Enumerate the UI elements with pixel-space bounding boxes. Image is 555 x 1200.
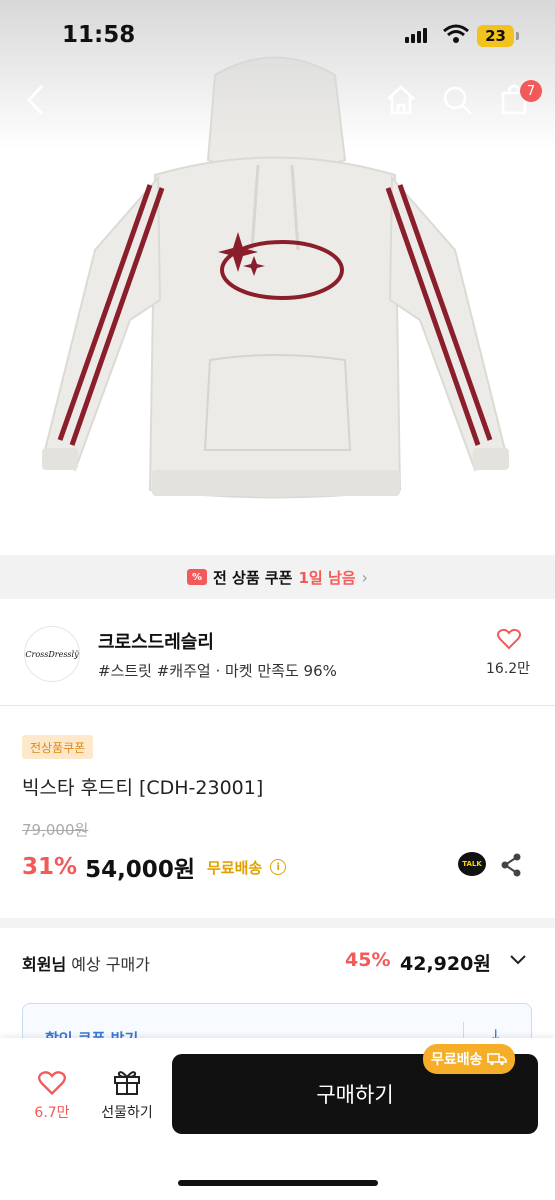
member-price-label: 회원님 예상 구매가 bbox=[22, 951, 150, 975]
member-label-rest: 예상 구매가 bbox=[66, 955, 150, 974]
battery-cap bbox=[516, 32, 519, 40]
price-row: 31% 54,000원 무료배송 i bbox=[22, 850, 287, 884]
seller-row[interactable]: CrossDresslÿ 크로스드레슬리 #스트릿 #캐주얼 · 마켓 만족도 … bbox=[0, 620, 555, 700]
like-button[interactable]: 6.7만 bbox=[24, 1070, 80, 1122]
product-title: 빅스타 후드티 [CDH-23001] bbox=[22, 777, 264, 799]
seller-heart-icon[interactable] bbox=[497, 628, 521, 654]
member-discount: 45% bbox=[345, 949, 391, 971]
coupon-remaining: 1일 남음 bbox=[298, 568, 356, 587]
seller-likes: 16.2만 bbox=[486, 661, 531, 677]
search-icon[interactable] bbox=[440, 83, 474, 121]
like-count: 6.7만 bbox=[34, 1105, 70, 1121]
section-gap bbox=[0, 918, 555, 928]
original-price: 79,000원 bbox=[22, 821, 89, 839]
truck-icon bbox=[486, 1053, 507, 1066]
chevron-down-icon[interactable] bbox=[508, 949, 528, 973]
kakao-talk-icon[interactable]: TALK bbox=[458, 852, 486, 876]
seller-name[interactable]: 크로스드레슬리 bbox=[98, 628, 214, 654]
coupon-chip: 전상품쿠폰 bbox=[22, 735, 94, 759]
top-nav: 7 bbox=[0, 75, 555, 130]
gift-button[interactable]: 선물하기 bbox=[92, 1068, 162, 1122]
cart-count-badge: 7 bbox=[520, 80, 542, 102]
member-label-bold: 회원님 bbox=[22, 955, 67, 974]
member-price-row[interactable]: 회원님 예상 구매가 45% 42,920원 bbox=[22, 945, 532, 979]
seller-tags: #스트릿 #캐주얼 · 마켓 만족도 96% bbox=[98, 662, 337, 680]
free-shipping-badge: 무료배송 bbox=[423, 1044, 515, 1074]
home-icon[interactable] bbox=[384, 83, 418, 121]
bottom-purchase-bar: 6.7만 선물하기 무료배송 구매하기 bbox=[0, 1038, 555, 1200]
share-icon[interactable] bbox=[500, 853, 522, 881]
coupon-ticket-icon: % bbox=[187, 569, 208, 585]
discount-rate: 31% bbox=[22, 854, 78, 880]
status-bar: 11:58 23 bbox=[0, 0, 555, 70]
chevron-right-icon: › bbox=[361, 567, 368, 587]
divider bbox=[0, 705, 555, 706]
gift-icon bbox=[114, 1071, 140, 1095]
coupon-banner-label: 전 상품 쿠폰 bbox=[213, 568, 293, 587]
coupon-banner[interactable]: % 전 상품 쿠폰 1일 남음 › bbox=[0, 555, 555, 599]
heart-icon bbox=[38, 1071, 66, 1096]
signal-icon bbox=[405, 28, 427, 43]
info-icon[interactable]: i bbox=[270, 859, 287, 875]
back-arrow-icon[interactable] bbox=[24, 83, 46, 121]
free-shipping-label: 무료배송 bbox=[206, 858, 263, 877]
seller-logo[interactable]: CrossDresslÿ bbox=[24, 626, 80, 682]
member-price: 42,920원 bbox=[400, 953, 491, 975]
free-shipping-badge-label: 무료배송 bbox=[431, 1052, 483, 1068]
home-indicator bbox=[178, 1180, 378, 1186]
wifi-icon bbox=[443, 24, 469, 48]
gift-label: 선물하기 bbox=[101, 1105, 153, 1121]
status-time: 11:58 bbox=[62, 22, 136, 48]
battery-icon: 23 bbox=[477, 25, 514, 47]
sale-price: 54,000원 bbox=[85, 857, 195, 883]
